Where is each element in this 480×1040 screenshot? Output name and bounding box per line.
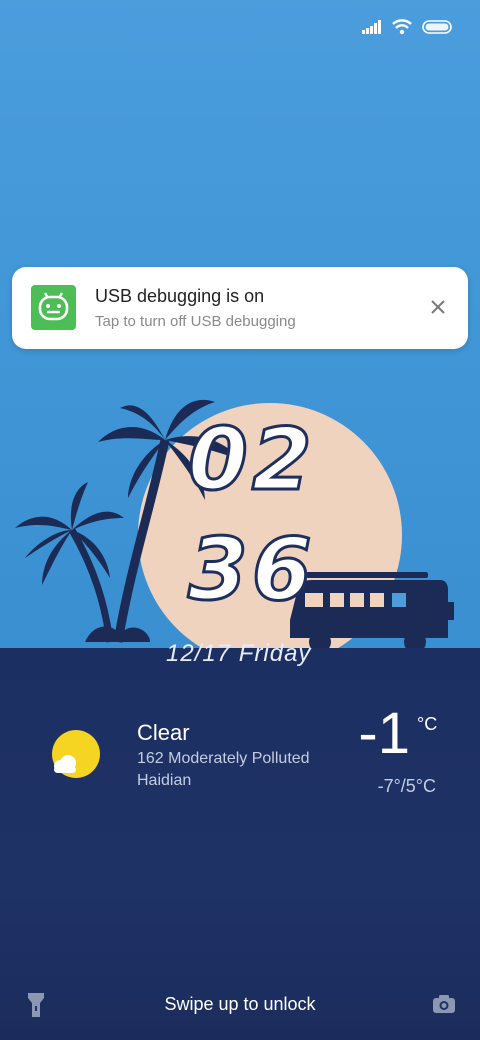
android-debug-icon xyxy=(31,285,76,330)
swipe-up-hint[interactable]: Swipe up to unlock xyxy=(0,994,480,1015)
usb-debugging-notification[interactable]: USB debugging is on Tap to turn off USB … xyxy=(12,267,468,349)
day-text: Friday xyxy=(238,640,312,667)
weather-location: Haidian xyxy=(137,772,192,789)
current-temperature: -1 xyxy=(358,701,410,766)
camera-icon[interactable] xyxy=(432,994,456,1014)
battery-icon xyxy=(422,20,452,34)
signal-icon xyxy=(362,20,381,34)
clock-minute: 36 xyxy=(187,519,316,622)
air-quality-text: 162 Moderately Polluted xyxy=(137,750,310,767)
notification-title: USB debugging is on xyxy=(95,286,265,306)
close-icon[interactable] xyxy=(428,297,448,317)
temperature-unit: °C xyxy=(417,714,438,734)
wifi-icon xyxy=(392,19,412,35)
palm-fronds-left xyxy=(15,482,124,585)
temperature-range: -7°/5°C xyxy=(377,776,436,796)
weather-condition: Clear xyxy=(137,720,190,745)
status-bar xyxy=(362,16,452,38)
notification-subtitle: Tap to turn off USB debugging xyxy=(95,313,296,330)
partly-sunny-icon xyxy=(52,730,100,778)
clock-hour: 02 xyxy=(187,409,316,512)
date-row: 12/17 Friday xyxy=(166,640,311,668)
date-text: 12/17 xyxy=(166,640,232,667)
